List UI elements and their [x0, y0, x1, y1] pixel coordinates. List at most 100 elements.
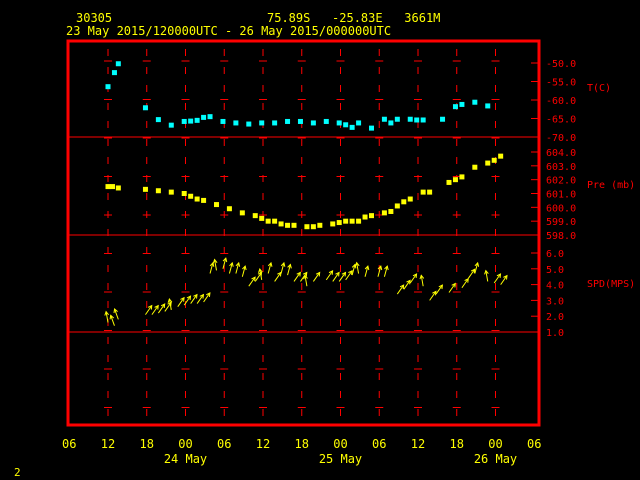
temperature-point: [336, 120, 342, 126]
x-tick-label: 06: [217, 437, 231, 451]
pressure-point: [401, 199, 407, 205]
y-tick-label: -60.0: [546, 96, 576, 107]
pressure-point: [427, 189, 433, 195]
pressure-point: [142, 186, 148, 192]
temperature-point: [168, 122, 174, 128]
temperature-point: [459, 101, 465, 107]
x-day-label: 26 May: [474, 452, 517, 466]
pressure-point: [168, 189, 174, 195]
x-tick-label: 12: [256, 437, 270, 451]
temperature-point: [105, 84, 111, 90]
x-tick-label: 06: [372, 437, 386, 451]
x-tick-label: 18: [295, 437, 309, 451]
pressure-point: [194, 196, 200, 202]
pressure-point: [201, 197, 207, 203]
pressure-point: [498, 153, 504, 159]
temperature-point: [207, 114, 213, 120]
temperature-point: [420, 117, 426, 123]
y-tick-label: -55.0: [546, 78, 576, 89]
x-day-label: 24 May: [164, 452, 207, 466]
temperature-point: [272, 120, 278, 126]
temperature-point: [343, 122, 349, 128]
temperature-point: [297, 118, 303, 124]
y-tick-label: 604.0: [546, 148, 576, 159]
pressure-point: [446, 179, 452, 185]
x-tick-label: 00: [178, 437, 192, 451]
pressure-point: [278, 221, 284, 227]
pressure-point: [291, 222, 297, 228]
panel-ylabel: SPD(MPS): [587, 279, 635, 290]
pressure-point: [181, 191, 187, 196]
temperature-point: [233, 120, 239, 126]
y-tick-label: 598.0: [546, 231, 576, 242]
temperature-point: [485, 103, 491, 109]
y-tick-label: 6.0: [546, 249, 564, 260]
pressure-point: [310, 224, 316, 230]
x-tick-label: 18: [140, 437, 154, 451]
y-tick-label: 603.0: [546, 162, 576, 173]
pressure-point: [252, 213, 258, 219]
y-tick-label: 599.0: [546, 217, 576, 228]
pressure-point: [285, 222, 291, 228]
pressure-point: [155, 188, 161, 194]
x-tick-label: 12: [411, 437, 425, 451]
pressure-point: [472, 164, 478, 170]
panel-ylabel: Pre (mb): [587, 180, 635, 191]
temperature-point: [394, 116, 400, 122]
pressure-point: [349, 218, 355, 224]
temperature-point: [115, 61, 121, 67]
pressure-point: [304, 224, 310, 230]
x-tick-label: 06: [527, 437, 541, 451]
temperature-point: [194, 117, 200, 123]
pressure-point: [265, 218, 271, 224]
temperature-point: [310, 120, 316, 126]
pressure-point: [272, 218, 278, 224]
pressure-point: [105, 184, 111, 190]
pressure-point: [369, 213, 374, 219]
temperature-point: [188, 118, 194, 124]
pressure-point: [394, 203, 400, 209]
meteogram-chart: 06 12 18 00 06 12 18 00 06 12 18 00 06 24 May 25 May 26…: [62, 39, 635, 466]
y-tick-label: -50.0: [546, 59, 576, 70]
temperature-point: [369, 125, 374, 131]
temperature-point: [181, 118, 187, 124]
temperature-point: [452, 104, 458, 110]
temperature-point: [414, 117, 420, 123]
y-tick-label: -70.0: [546, 133, 576, 144]
pressure-point: [407, 196, 413, 202]
x-tick-label: 06: [62, 437, 76, 451]
y-tick-label: -65.0: [546, 115, 576, 126]
x-tick-label: 00: [488, 437, 502, 451]
pressure-point: [343, 218, 349, 224]
pressure-point: [362, 214, 368, 220]
temperature-point: [472, 99, 478, 105]
y-tick-label: 5.0: [546, 265, 564, 276]
pressure-point: [214, 202, 219, 208]
y-tick-label: 602.0: [546, 176, 576, 187]
x-tick-label: 00: [333, 437, 347, 451]
x-tick-label: 18: [450, 437, 464, 451]
pressure-point: [452, 177, 458, 183]
x-day-label: 25 May: [319, 452, 362, 466]
temperature-point: [381, 116, 387, 122]
x-tick-label: 12: [101, 437, 115, 451]
plot-frame: [66, 39, 541, 427]
pressure-point: [226, 206, 232, 212]
pressure-point: [388, 208, 394, 214]
temperature-point: [440, 116, 446, 122]
y-tick-label: 4.0: [546, 281, 564, 292]
page-number: 2: [14, 466, 21, 479]
temperature-point: [111, 70, 117, 76]
pressure-point: [381, 210, 387, 216]
y-tick-label: 1.0: [546, 328, 564, 339]
temperature-point: [259, 120, 265, 126]
pressure-point: [188, 193, 194, 199]
temperature-point: [246, 121, 252, 127]
pressure-point: [115, 185, 121, 191]
y-tick-label: 600.0: [546, 203, 576, 214]
y-tick-label: 601.0: [546, 190, 576, 201]
y-tick-label: 3.0: [546, 296, 564, 307]
temperature-point: [349, 124, 355, 130]
pressure-point: [317, 222, 323, 228]
temperature-point: [356, 120, 362, 126]
